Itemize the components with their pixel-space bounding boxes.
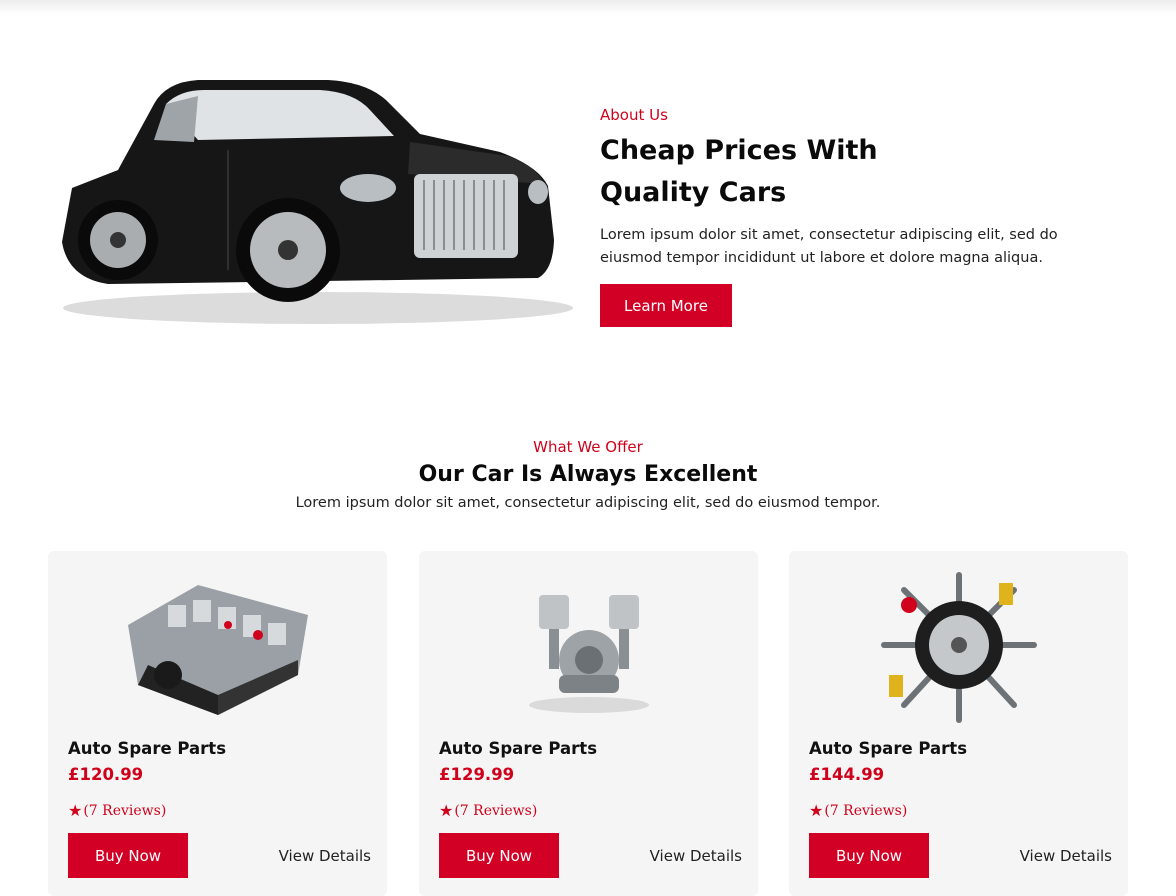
- offer-description: Lorem ipsum dolor sit amet, consectetur …: [295, 495, 881, 511]
- about-description: Lorem ipsum dolor sit amet, consectetur …: [600, 227, 1058, 266]
- review-count: (7 Reviews): [83, 802, 167, 819]
- view-details-link[interactable]: View Details: [1020, 847, 1112, 865]
- buy-now-button[interactable]: Buy Now: [68, 833, 188, 878]
- engine-block-image: [128, 585, 308, 715]
- star-icon: ★: [809, 801, 824, 820]
- wheel-and-parts-image: [881, 572, 1037, 723]
- engine-pistons-image: [529, 595, 649, 713]
- learn-more-button[interactable]: Learn More: [600, 284, 732, 327]
- product-card: Auto Spare Parts £120.99 ★ (7 Reviews) B…: [48, 551, 387, 896]
- header-shadow: [0, 0, 1176, 14]
- luxury-car-image: [62, 80, 573, 324]
- offer-eyebrow: What We Offer: [533, 438, 643, 456]
- product-name: Auto Spare Parts: [68, 739, 227, 758]
- product-price: £120.99: [68, 765, 144, 784]
- product-price: £144.99: [809, 765, 885, 784]
- product-card: Auto Spare Parts £144.99 ★ (7 Reviews) B…: [789, 551, 1128, 896]
- view-details-link[interactable]: View Details: [279, 847, 371, 865]
- offer-header: What We Offer Our Car Is Always Excellen…: [0, 438, 1176, 511]
- buy-now-button[interactable]: Buy Now: [439, 833, 559, 878]
- offer-title: Our Car Is Always Excellent: [418, 462, 758, 487]
- star-icon: ★: [439, 801, 454, 820]
- product-name: Auto Spare Parts: [809, 739, 968, 758]
- about-title: Cheap Prices With Quality Cars: [600, 135, 878, 208]
- star-icon: ★: [68, 801, 83, 820]
- review-count: (7 Reviews): [454, 802, 538, 819]
- product-price: £129.99: [439, 765, 515, 784]
- product-rating: ★ (7 Reviews): [809, 801, 907, 820]
- buy-now-button[interactable]: Buy Now: [809, 833, 929, 878]
- review-count: (7 Reviews): [824, 802, 908, 819]
- product-rating: ★ (7 Reviews): [68, 801, 166, 820]
- product-name: Auto Spare Parts: [439, 739, 598, 758]
- view-details-link[interactable]: View Details: [650, 847, 742, 865]
- about-eyebrow: About Us: [600, 106, 668, 124]
- product-rating: ★ (7 Reviews): [439, 801, 537, 820]
- product-card: Auto Spare Parts £129.99 ★ (7 Reviews) B…: [419, 551, 758, 896]
- about-section: About Us Cheap Prices With Quality Cars …: [600, 106, 1120, 327]
